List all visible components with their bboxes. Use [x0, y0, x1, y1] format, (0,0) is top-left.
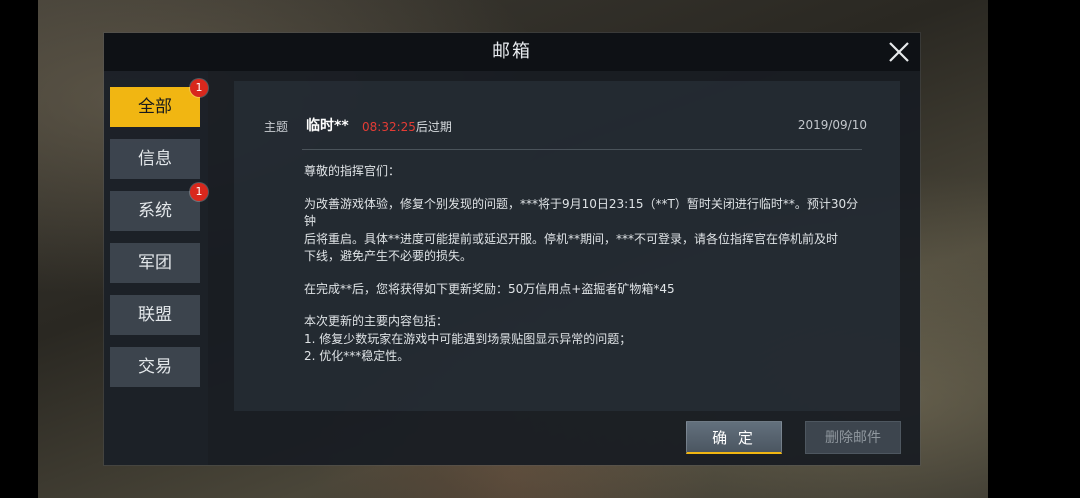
expiry-info: 08:32:25后过期	[362, 118, 452, 135]
expiry-suffix: 后过期	[415, 120, 452, 134]
body-line: 为改善游戏体验，修复个别发现的问题，***将于9月10日23:15（**T）暂时…	[304, 196, 859, 229]
mail-paragraph: 为改善游戏体验，修复个别发现的问题，***将于9月10日23:15（**T）暂时…	[304, 196, 864, 266]
unread-badge: 1	[190, 79, 208, 97]
delete-mail-button[interactable]: 删除邮件	[805, 421, 901, 454]
tab-system[interactable]: 系统 1	[110, 183, 208, 231]
body-line: 本次更新的主要内容包括：	[304, 314, 449, 328]
tab-label: 联盟	[138, 305, 172, 325]
tab-legion[interactable]: 军团	[110, 243, 200, 283]
mail-greeting: 尊敬的指挥官们：	[304, 164, 401, 178]
close-icon	[889, 42, 909, 62]
unread-badge: 1	[190, 183, 208, 201]
close-button[interactable]	[884, 37, 914, 67]
mail-content-panel: 主题 临时** 08:32:25后过期 2019/09/10 尊敬的指挥官们： …	[234, 81, 900, 411]
body-line: 1. 修复少数玩家在游戏中可能遇到场景贴图显示异常的问题；	[304, 331, 632, 346]
confirm-button[interactable]: 确 定	[686, 421, 782, 454]
mail-paragraph: 本次更新的主要内容包括： 1. 修复少数玩家在游戏中可能遇到场景贴图显示异常的问…	[304, 313, 864, 366]
body-line: 下线，避免产生不必要的损失。	[304, 249, 473, 263]
window-title: 邮箱	[492, 41, 532, 62]
category-sidebar: 全部 1 信息 系统 1 军团 联盟 交易	[104, 71, 208, 465]
tab-label: 交易	[138, 357, 172, 377]
tab-label: 军团	[138, 253, 172, 273]
body-line: 2. 优化***稳定性。	[304, 349, 410, 363]
tab-alliance[interactable]: 联盟	[110, 295, 200, 335]
tab-info[interactable]: 信息	[110, 139, 200, 179]
title-bar: 邮箱	[104, 33, 920, 71]
expiry-timer: 08:32:25	[362, 120, 416, 134]
subject-label: 主题	[264, 120, 289, 134]
header-divider	[302, 149, 862, 150]
tab-all[interactable]: 全部 1	[110, 79, 208, 127]
reward-line: 在完成**后，您将获得如下更新奖励：50万信用点+盗掘者矿物箱*45	[304, 281, 675, 296]
tab-label: 全部	[138, 97, 172, 117]
mail-subject: 临时**	[306, 118, 349, 134]
body-line: 后将重启。具体**进度可能提前或延迟开服。停机**期间，***不可登录，请各位指…	[304, 231, 839, 246]
mailbox-window: 邮箱 全部 1 信息 系统 1 军团 联盟 交易 主题 临时** 08:32:2…	[104, 33, 920, 465]
tab-trade[interactable]: 交易	[110, 347, 200, 387]
tab-label: 信息	[138, 149, 172, 169]
mail-body: 尊敬的指挥官们： 为改善游戏体验，修复个别发现的问题，***将于9月10日23:…	[304, 163, 864, 381]
mail-date: 2019/09/10	[797, 118, 867, 132]
tab-label: 系统	[138, 201, 172, 221]
